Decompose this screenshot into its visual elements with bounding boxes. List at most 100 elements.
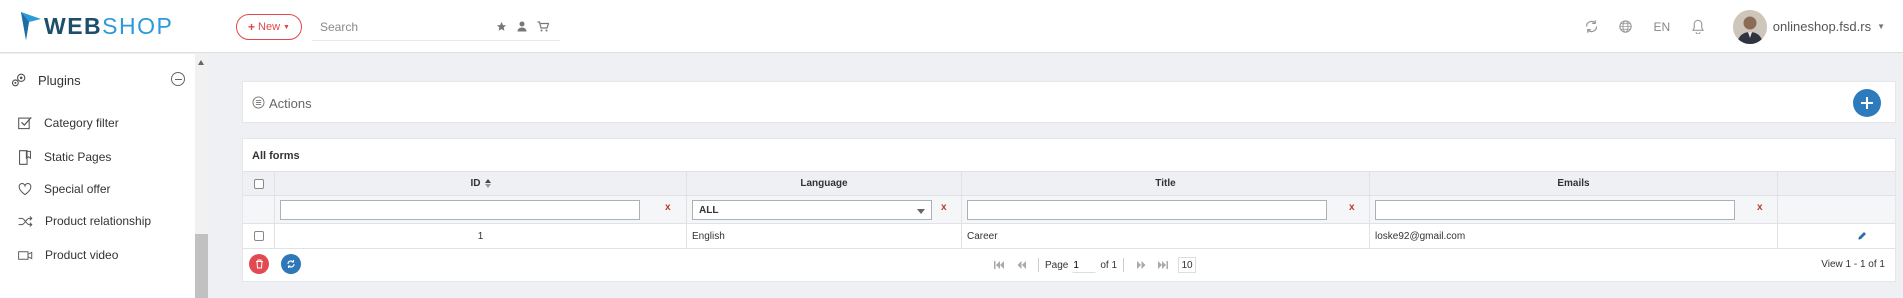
new-button-label: New — [258, 21, 281, 33]
user-name[interactable]: onlineshop.fsd.rs — [1773, 19, 1871, 34]
filter-title-clear-icon[interactable]: x — [1349, 202, 1355, 213]
grid-header-row: ID Language Title Emails — [243, 171, 1895, 196]
refresh-button[interactable] — [281, 254, 301, 274]
collapse-icon[interactable] — [171, 72, 185, 86]
actions-label: Actions — [269, 96, 312, 111]
filter-id-input[interactable] — [280, 200, 640, 220]
main-content: Actions All forms ID Language Title Emai… — [208, 54, 1903, 298]
logo-text: WEBSHOP — [44, 13, 173, 40]
filter-language-value: ALL — [699, 204, 719, 216]
bell-icon[interactable] — [1681, 19, 1715, 34]
filter-title-cell: x — [962, 196, 1370, 223]
column-header-title[interactable]: Title — [962, 172, 1370, 195]
sidebar-scrollbar[interactable] — [195, 54, 208, 298]
language-switch[interactable]: EN — [1643, 20, 1681, 34]
grid-pager: Page of 1 10 View 1 - 1 of 1 — [243, 250, 1895, 280]
cell-id: 1 — [275, 224, 687, 248]
filter-language-clear-icon[interactable]: x — [941, 202, 947, 213]
last-page-icon[interactable] — [1152, 261, 1174, 269]
filter-title-input[interactable] — [967, 200, 1327, 220]
sidebar: Plugins Category filter Static Pages Spe… — [0, 54, 208, 298]
search-input[interactable] — [312, 19, 484, 34]
column-header-actions — [1778, 172, 1895, 195]
sidebar-item-product-video[interactable]: Product video — [18, 244, 188, 266]
scroll-up-arrow-icon[interactable] — [198, 60, 204, 65]
column-header-title-label: Title — [1155, 178, 1176, 189]
page-number-input[interactable] — [1072, 257, 1097, 273]
plus-icon: + — [248, 20, 256, 34]
row-checkbox[interactable] — [253, 231, 264, 241]
top-bar: WEBSHOP + New ▼ EN — [0, 0, 1903, 53]
cell-emails: loske92@gmail.com — [1370, 224, 1778, 248]
filter-id-cell: x — [275, 196, 687, 223]
pager-separator — [1123, 258, 1125, 272]
filter-language-select[interactable]: ALL — [692, 200, 932, 220]
row-select-cell — [243, 224, 275, 248]
cell-title: Career — [962, 224, 1370, 248]
filter-id-clear-icon[interactable]: x — [665, 202, 671, 213]
select-all-checkbox[interactable] — [253, 178, 264, 189]
checkbox-icon — [18, 116, 32, 130]
filter-emails-cell: x — [1370, 196, 1778, 223]
sidebar-section-plugins[interactable]: Plugins — [10, 68, 185, 92]
grid-filter-row: x ALL x x x — [243, 196, 1895, 224]
delete-button[interactable] — [249, 254, 269, 274]
sort-icon[interactable] — [484, 179, 491, 188]
column-header-language-label: Language — [800, 178, 848, 189]
sidebar-item-label: Product relationship — [45, 214, 152, 228]
page-size-select[interactable]: 10 — [1178, 257, 1197, 273]
cell-language: English — [687, 224, 962, 248]
video-icon — [18, 250, 33, 260]
heart-icon — [18, 182, 32, 195]
filter-empty-cell — [243, 196, 275, 223]
webshop-logo[interactable]: WEBSHOP — [20, 9, 173, 43]
table-row[interactable]: 1 English Career loske92@gmail.com — [243, 224, 1895, 249]
sidebar-item-special-offer[interactable]: Special offer — [18, 178, 188, 200]
pagination-controls: Page of 1 10 — [988, 257, 1197, 273]
logo-flag-icon — [21, 12, 41, 40]
row-actions-cell — [1778, 224, 1895, 248]
chevron-down-icon[interactable]: ▼ — [1877, 22, 1885, 31]
sidebar-item-label: Static Pages — [44, 150, 112, 164]
records-summary: View 1 - 1 of 1 — [1821, 259, 1885, 270]
sidebar-item-category-filter[interactable]: Category filter — [18, 112, 188, 134]
cart-icon[interactable] — [537, 21, 549, 32]
sidebar-section-label: Plugins — [38, 72, 81, 88]
sidebar-item-product-relationship[interactable]: Product relationship — [18, 210, 188, 232]
next-page-icon[interactable] — [1130, 261, 1152, 269]
avatar[interactable] — [1732, 9, 1767, 44]
column-header-id[interactable]: ID — [275, 172, 687, 195]
filter-actions-cell — [1778, 196, 1895, 223]
add-button[interactable] — [1853, 89, 1881, 117]
column-header-emails[interactable]: Emails — [1370, 172, 1778, 195]
logo-text-web: WEB — [44, 12, 103, 39]
prev-page-icon[interactable] — [1010, 261, 1032, 269]
user-icon[interactable] — [517, 21, 527, 32]
scrollbar-thumb[interactable] — [195, 234, 208, 298]
filter-language-cell: ALL x — [687, 196, 962, 223]
page-total-label: of 1 — [1100, 259, 1118, 271]
refresh-icon — [287, 260, 295, 268]
top-right-toolbar: EN onlineshop.fsd.rs ▼ — [1575, 0, 1903, 53]
filter-emails-input[interactable] — [1375, 200, 1735, 220]
logo-text-shop: SHOP — [102, 12, 174, 39]
sidebar-item-label: Category filter — [44, 116, 119, 130]
header-select-all-cell — [243, 172, 275, 195]
star-icon[interactable] — [496, 21, 507, 32]
avatar-image — [1732, 9, 1767, 44]
sidebar-item-static-pages[interactable]: Static Pages — [18, 146, 188, 168]
column-header-language[interactable]: Language — [687, 172, 962, 195]
list-circle-icon — [252, 96, 265, 109]
grid-title: All forms — [252, 150, 300, 162]
sync-icon[interactable] — [1575, 19, 1609, 34]
edit-pencil-icon[interactable] — [1857, 231, 1867, 241]
filter-emails-clear-icon[interactable]: x — [1757, 202, 1763, 213]
globe-icon[interactable] — [1609, 19, 1643, 34]
chevron-down-icon: ▼ — [283, 23, 290, 31]
chevron-down-icon — [917, 209, 925, 214]
column-header-emails-label: Emails — [1557, 178, 1590, 189]
first-page-icon[interactable] — [988, 261, 1010, 269]
actions-panel: Actions — [242, 81, 1896, 123]
trash-icon — [255, 259, 263, 269]
new-button[interactable]: + New ▼ — [236, 14, 302, 40]
